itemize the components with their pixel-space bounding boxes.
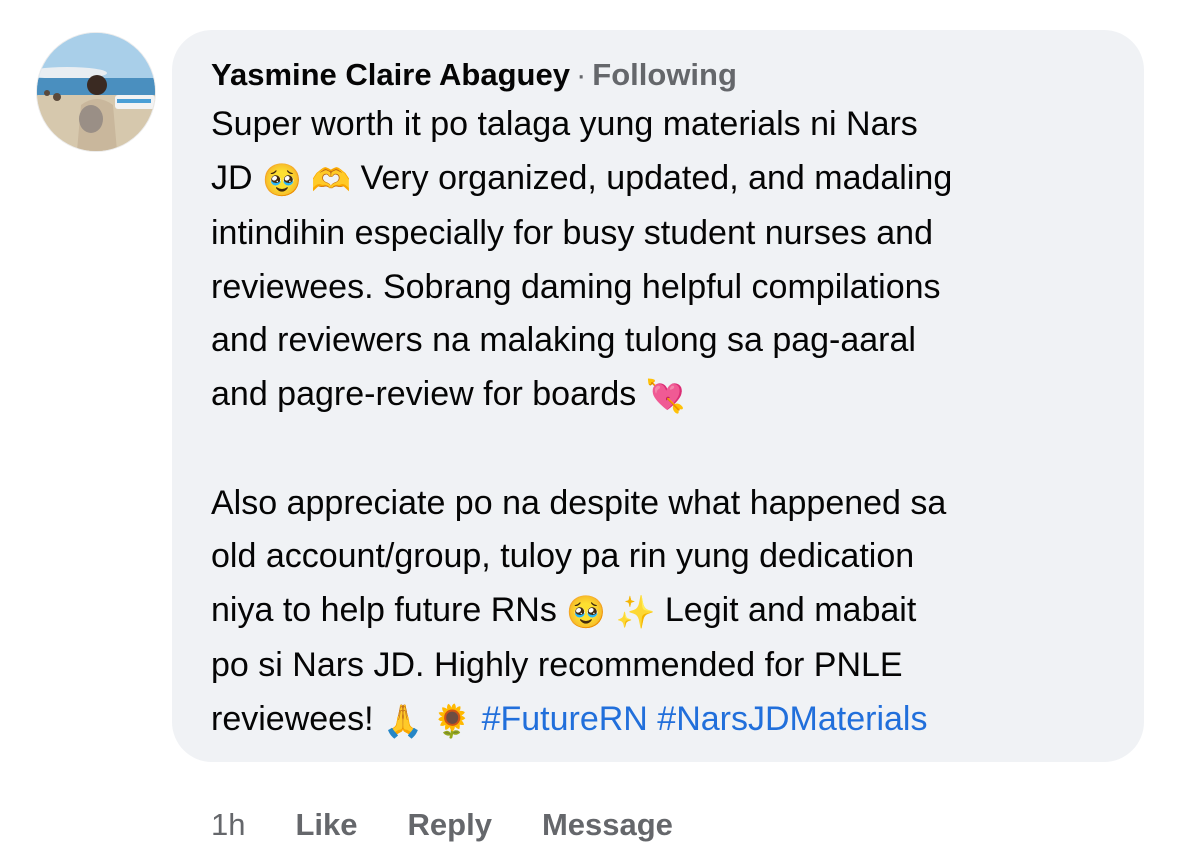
comment-line: and pagre-review for boards 💘 <box>211 374 686 415</box>
comment-header: Yasmine Claire Abaguey · Following <box>211 55 737 95</box>
comment-text: Super worth it po talaga yung materials … <box>211 98 1121 748</box>
comment-line: JD 🥹 🫶 Very organized, updated, and mada… <box>211 158 953 199</box>
reply-button[interactable]: Reply <box>408 803 492 847</box>
message-button[interactable]: Message <box>542 803 673 847</box>
heart-hands-icon: 🫶 <box>311 160 352 199</box>
avatar[interactable] <box>37 33 155 151</box>
folded-hands-icon: 🙏 <box>382 701 423 740</box>
separator-dot: · <box>575 57 587 92</box>
avatar-photo <box>37 33 155 151</box>
like-button[interactable]: Like <box>295 803 357 847</box>
comment-line: and reviewers na malaking tulong sa pag-… <box>211 321 916 359</box>
sunflower-icon: 🌻 <box>432 701 473 740</box>
comment-line: reviewees. Sobrang daming helpful compil… <box>211 267 941 306</box>
hashtag-link[interactable]: #NarsJDMaterials <box>657 700 927 738</box>
comment-line: po si Nars JD. Highly recommended for PN… <box>211 646 903 684</box>
comment-line: Super worth it po talaga yung materials … <box>211 105 918 143</box>
comment-line: niya to help future RNs 🥹 ✨ Legit and ma… <box>211 590 917 631</box>
author-name[interactable]: Yasmine Claire Abaguey <box>211 57 570 92</box>
heart-arrow-icon: 💘 <box>645 376 686 415</box>
comment-actions: 1h Like Reply Message <box>211 803 723 847</box>
comment-timestamp[interactable]: 1h <box>211 803 245 847</box>
hashtag-link[interactable]: #FutureRN <box>482 700 648 738</box>
comment-line: intindihin especially for busy student n… <box>211 214 933 252</box>
sparkles-icon: ✨ <box>615 592 656 631</box>
following-status[interactable]: Following <box>592 57 737 92</box>
comment-line: old account/group, tuloy pa rin yung ded… <box>211 537 915 575</box>
pleading-face-icon: 🥹 <box>262 160 302 199</box>
comment-line: reviewees! 🙏 🌻 #FutureRN #NarsJDMaterial… <box>211 699 928 740</box>
pleading-face-icon: 🥹 <box>566 592 607 631</box>
comment-line: Also appreciate po na despite what happe… <box>211 483 947 522</box>
